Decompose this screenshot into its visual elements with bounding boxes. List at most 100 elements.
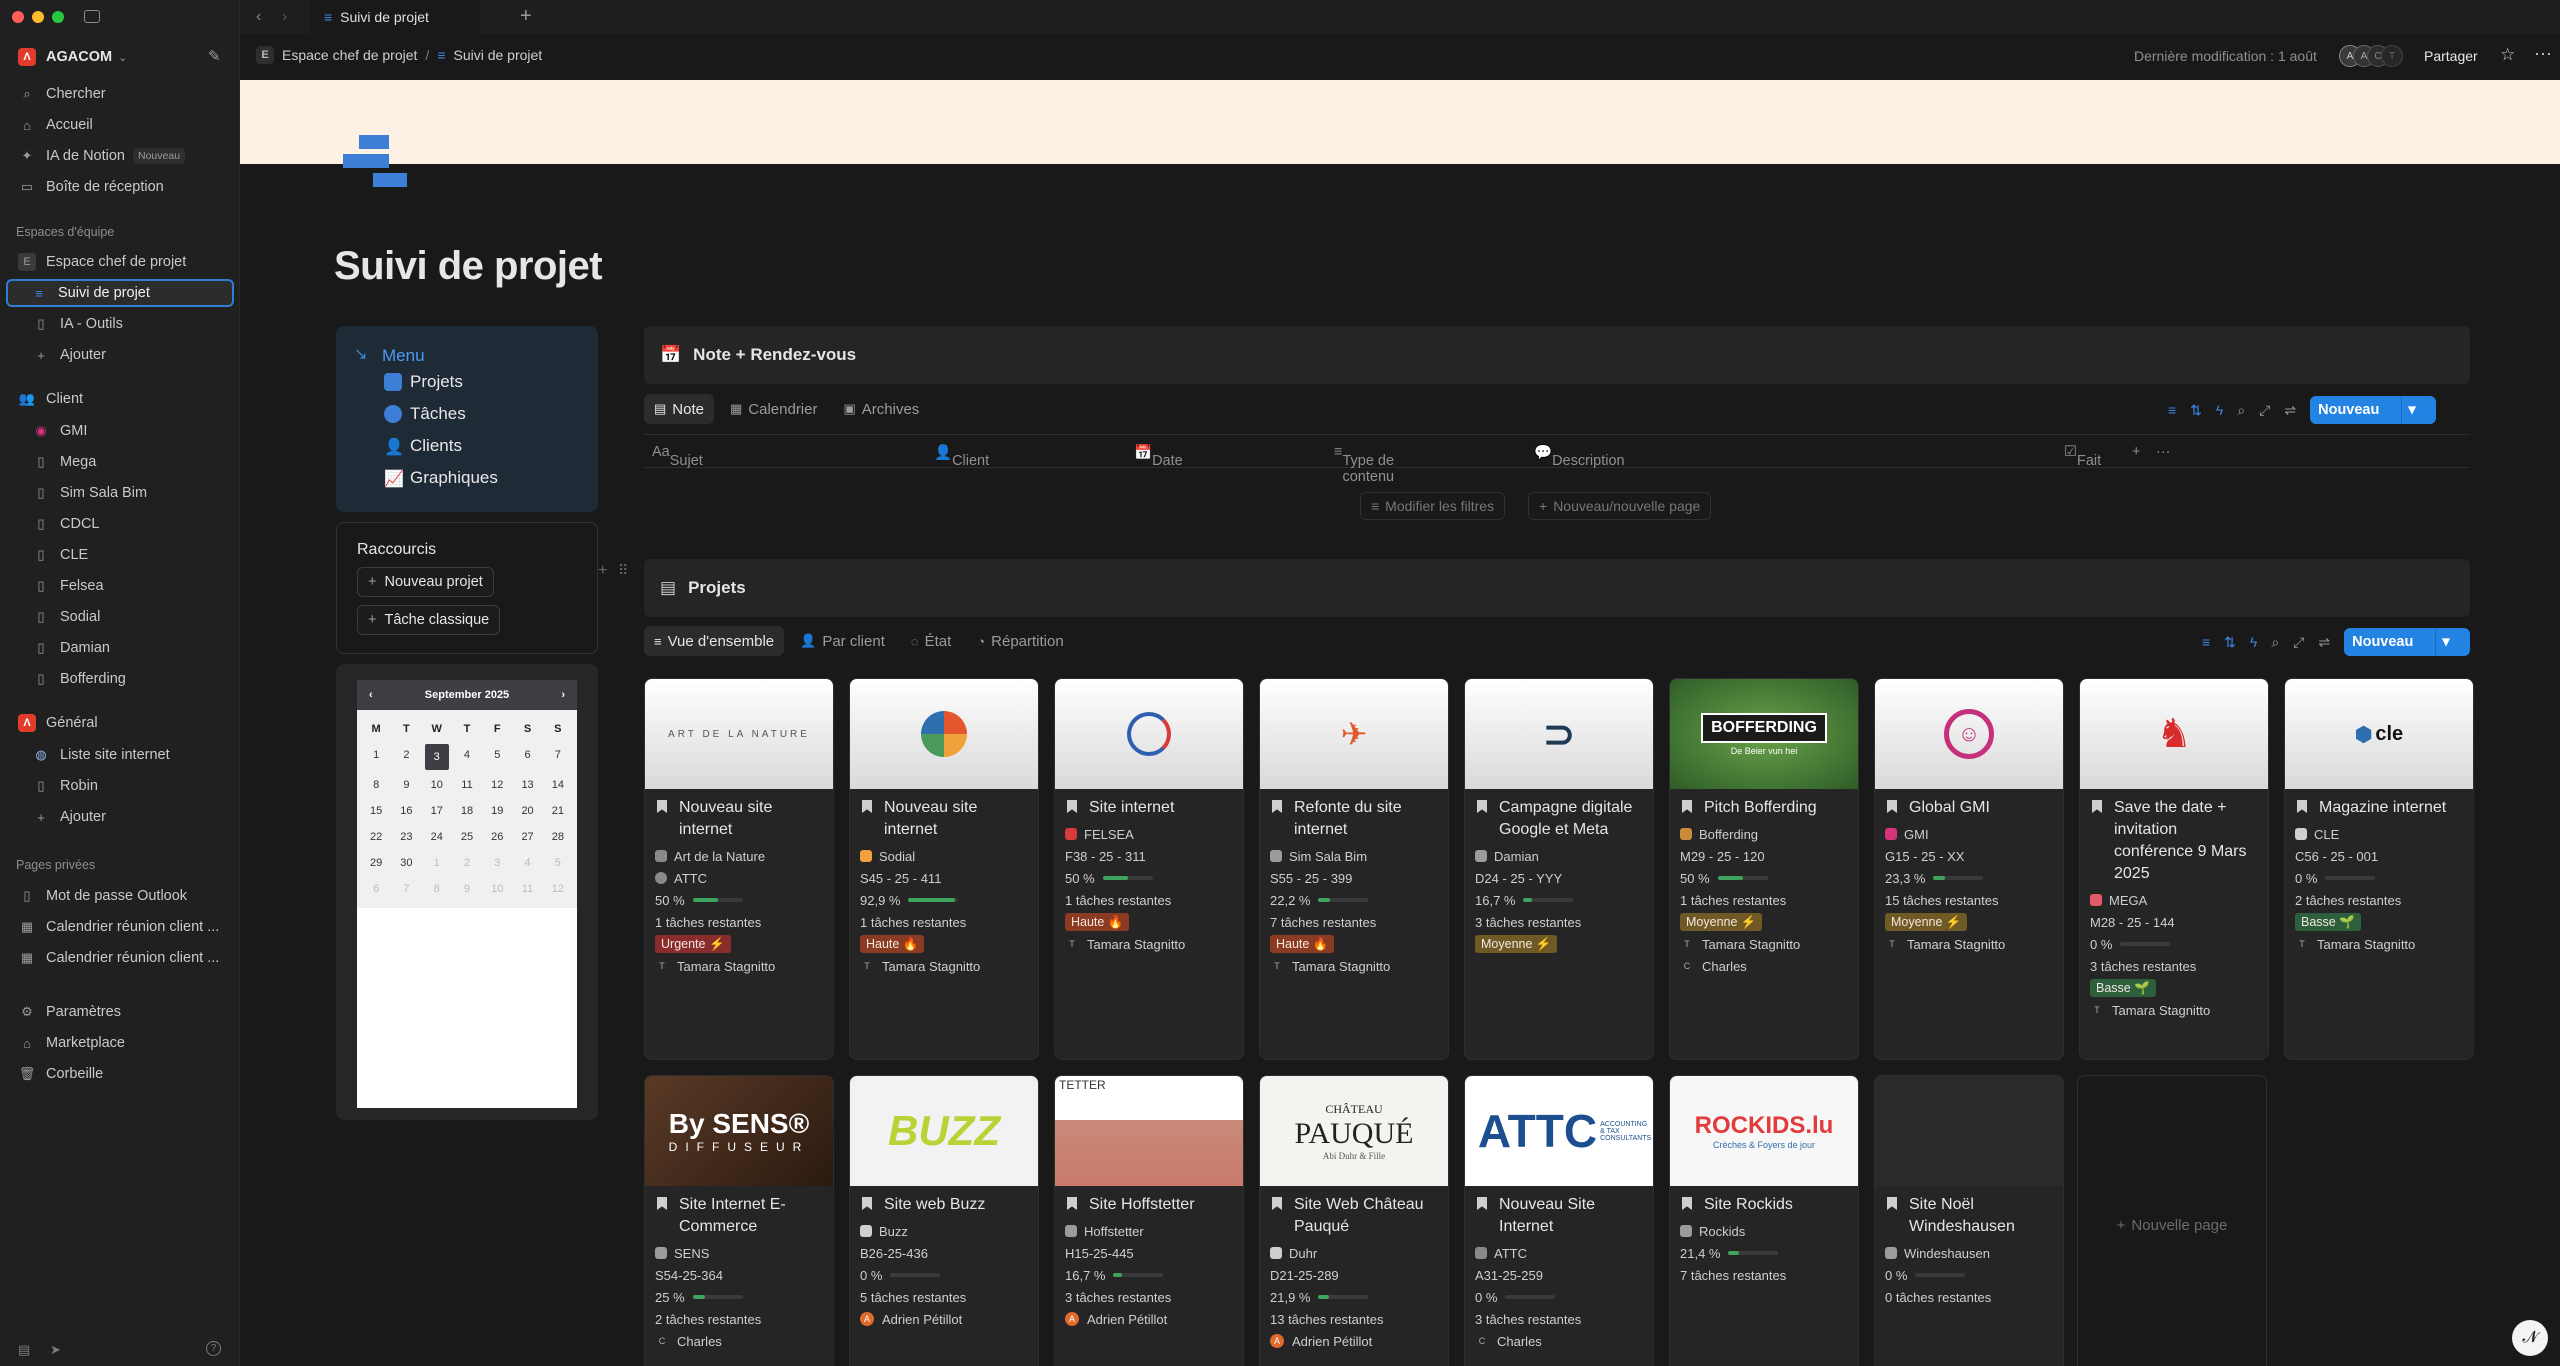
tab-calendrier[interactable]: ▦ Calendrier: [720, 394, 828, 424]
sidebar-item-add[interactable]: + Ajouter: [12, 341, 232, 369]
sidebar-item-ia-outils[interactable]: ▯ IA - Outils: [12, 310, 232, 338]
sidebar-item-gmi[interactable]: ◉ GMI: [12, 417, 232, 445]
calendar-day[interactable]: 29: [361, 850, 391, 876]
project-card[interactable]: By SENS® DIFFUSEUR Site Internet E-Commerc…: [644, 1075, 834, 1366]
project-card[interactable]: Site Noël Windeshausen Windeshausen 0 % 0 t…: [1874, 1075, 2064, 1366]
help-icon[interactable]: ?: [206, 1341, 221, 1356]
chevron-down-icon[interactable]: ▾: [2401, 396, 2421, 424]
breadcrumb-space[interactable]: Espace chef de projet: [282, 47, 417, 63]
card-client[interactable]: Buzz: [850, 1220, 1038, 1242]
tab-suivi-de-projet[interactable]: ≡ Suivi de projet: [310, 0, 480, 34]
sort-icon[interactable]: ⇅: [2224, 634, 2236, 651]
calendar-day[interactable]: 27: [512, 824, 542, 850]
tab-etat[interactable]: ◌ État: [901, 626, 961, 656]
new-note-button[interactable]: Nouveau ▾: [2310, 396, 2436, 424]
sidebar-item-felsea[interactable]: ▯ Felsea: [12, 572, 232, 600]
column-client[interactable]: 👤 Client: [934, 444, 989, 469]
next-month-icon[interactable]: ›: [561, 689, 565, 701]
calendar-day[interactable]: 1: [361, 742, 391, 768]
calendar-day[interactable]: 2: [391, 742, 421, 768]
column-fait[interactable]: ☑ Fait: [2064, 444, 2101, 469]
sidebar-item-settings[interactable]: ⚙ Paramètres: [12, 998, 232, 1026]
calendar-day[interactable]: 22: [361, 824, 391, 850]
card-client[interactable]: Sim Sala Bim: [1260, 845, 1448, 867]
sidebar-item-sim-sala-bim[interactable]: ▯ Sim Sala Bim: [12, 479, 232, 507]
new-note-page-button[interactable]: + Nouveau/nouvelle page: [1528, 492, 1712, 520]
calendar-day[interactable]: 9: [452, 876, 482, 902]
calendar-day[interactable]: 3: [482, 850, 512, 876]
calendar-day[interactable]: 7: [391, 876, 421, 902]
calendar-day[interactable]: 4: [512, 850, 542, 876]
add-block-icon[interactable]: +: [598, 562, 607, 580]
calendar-day[interactable]: 10: [422, 772, 452, 798]
project-card[interactable]: Site internet FELSEA F38 - 25 - 311 50 % 1 t…: [1054, 678, 1244, 1060]
minimize-window-button[interactable]: [32, 11, 44, 23]
card-client[interactable]: Damian: [1465, 845, 1653, 867]
project-card[interactable]: ⬢ cle Magazine internet CLE C56 - 25 - 001 0 …: [2284, 678, 2474, 1060]
calendar-day[interactable]: 18: [452, 798, 482, 824]
sidebar-item-team-space[interactable]: E Espace chef de projet: [12, 248, 232, 276]
expand-icon[interactable]: ⤢: [2259, 402, 2270, 419]
card-client[interactable]: Windeshausen: [1875, 1242, 2063, 1264]
settings-sliders-icon[interactable]: ⇌: [2318, 634, 2330, 651]
calendar-day[interactable]: 4: [452, 742, 482, 768]
sidebar-item-outlook[interactable]: ▯ Mot de passe Outlook: [12, 882, 232, 910]
calendar-day[interactable]: 20: [512, 798, 542, 824]
calendar-day[interactable]: 21: [543, 798, 573, 824]
project-card[interactable]: ART DE LA NATURE Nouveau site internet Art…: [644, 678, 834, 1060]
card-client[interactable]: Duhr: [1260, 1242, 1448, 1264]
menu-item-projets[interactable]: Projets: [384, 372, 463, 392]
more-columns-icon[interactable]: ···: [2156, 444, 2171, 460]
calendar-day[interactable]: 17: [422, 798, 452, 824]
sidebar-item-calendrier-1[interactable]: ▦ Calendrier réunion client ...: [12, 913, 232, 941]
sidebar-item-inbox[interactable]: ▭ Boîte de réception: [12, 173, 232, 201]
sidebar-item-damian[interactable]: ▯ Damian: [12, 634, 232, 662]
sidebar-item-add-general[interactable]: + Ajouter: [12, 803, 232, 831]
back-arrow-icon[interactable]: ‹: [256, 8, 261, 26]
new-project-button[interactable]: + Nouveau projet: [357, 567, 494, 597]
project-card[interactable]: ROCKIDS.lu Crèches & Foyers de jour Site R…: [1669, 1075, 1859, 1366]
forward-arrow-icon[interactable]: ›: [282, 8, 287, 26]
calendar-day[interactable]: 7: [543, 742, 573, 768]
sidebar-item-marketplace[interactable]: ⌂ Marketplace: [12, 1029, 232, 1057]
automation-icon[interactable]: ϟ: [2250, 634, 2257, 650]
page-cover[interactable]: [240, 80, 2560, 164]
card-client[interactable]: GMI: [1875, 823, 2063, 845]
previous-month-icon[interactable]: ‹: [369, 689, 373, 701]
tab-note[interactable]: ▤ Note: [644, 394, 714, 424]
card-client[interactable]: FELSEA: [1055, 823, 1243, 845]
sidebar-toggle-icon[interactable]: [84, 10, 100, 23]
calendar-day[interactable]: 13: [512, 772, 542, 798]
calendar-day[interactable]: 6: [512, 742, 542, 768]
breadcrumb-page[interactable]: Suivi de projet: [453, 47, 542, 63]
column-sujet[interactable]: Aa Sujet: [652, 444, 703, 469]
card-client[interactable]: SENS: [645, 1242, 833, 1264]
calendar-day[interactable]: 8: [422, 876, 452, 902]
card-client[interactable]: CLE: [2285, 823, 2473, 845]
column-date[interactable]: 📅 Date: [1134, 444, 1183, 469]
card-client[interactable]: Sodial: [850, 845, 1038, 867]
sidebar-item-ai[interactable]: ✦ IA de Notion Nouveau: [12, 142, 232, 170]
sidebar-item-sodial[interactable]: ▯ Sodial: [12, 603, 232, 631]
menu-item-graphiques[interactable]: 📈 Graphiques: [384, 468, 498, 488]
calendar-day[interactable]: 5: [482, 742, 512, 768]
sidebar-item-cdcl[interactable]: ▯ CDCL: [12, 510, 232, 538]
filter-icon[interactable]: ≡: [2168, 402, 2176, 418]
calendar-day[interactable]: 5: [543, 850, 573, 876]
calendar-day[interactable]: 1: [422, 850, 452, 876]
project-card[interactable]: ⊃ Campagne digitale Google et Meta Damian D…: [1464, 678, 1654, 1060]
settings-sliders-icon[interactable]: ⇌: [2284, 402, 2296, 419]
page-icon-stack[interactable]: [343, 135, 407, 189]
sidebar-section-client[interactable]: 👥 Client: [12, 385, 232, 413]
expand-icon[interactable]: ⤢: [2293, 634, 2304, 651]
calendar-day[interactable]: 16: [391, 798, 421, 824]
search-icon[interactable]: ⌕: [2271, 634, 2279, 651]
new-page-icon[interactable]: ✎: [208, 47, 221, 65]
notion-ai-icon[interactable]: 𝓝: [2512, 1320, 2548, 1356]
project-card[interactable]: ✈ Refonte du site internet Sim Sala Bim S55…: [1259, 678, 1449, 1060]
new-project-page-button[interactable]: + Nouvelle page: [2077, 1075, 2267, 1366]
calendar-day[interactable]: 12: [482, 772, 512, 798]
sort-icon[interactable]: ⇅: [2190, 402, 2202, 419]
project-card[interactable]: BOFFERDING De Beier vun hei Pitch Bofferdi…: [1669, 678, 1859, 1060]
calendar-day[interactable]: 15: [361, 798, 391, 824]
